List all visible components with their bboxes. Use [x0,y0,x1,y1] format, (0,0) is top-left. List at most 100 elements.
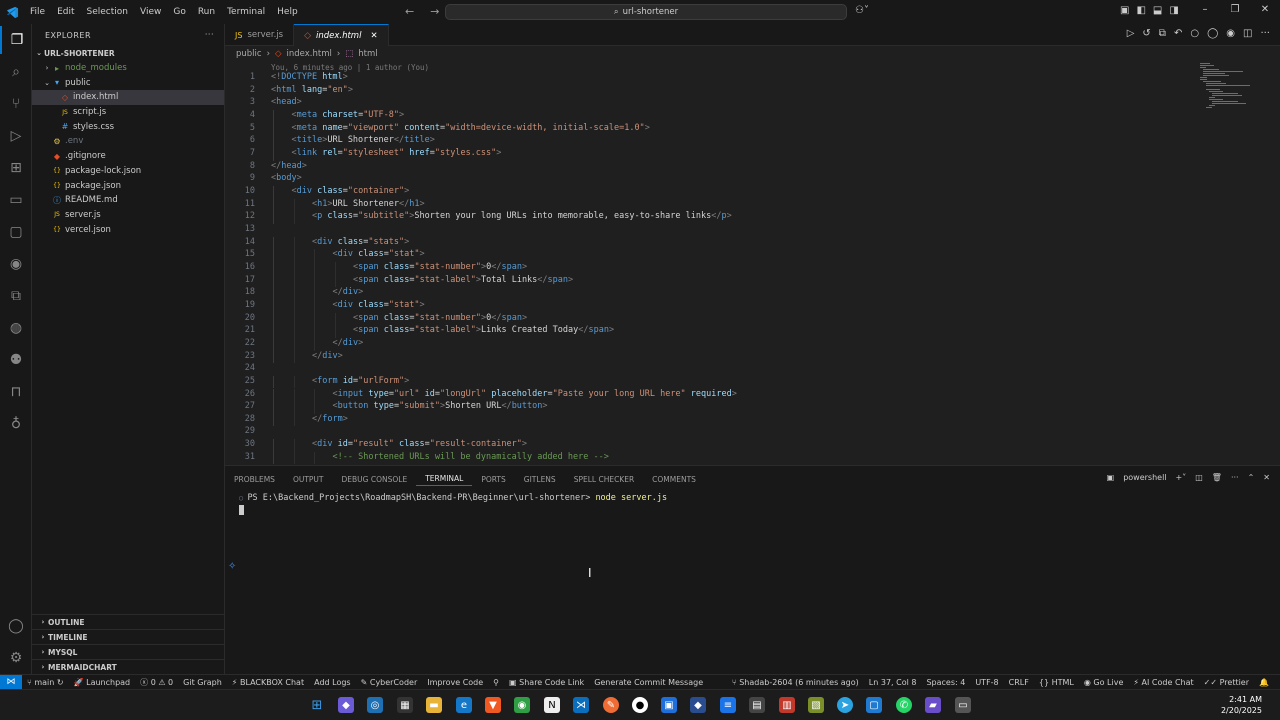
containers-icon[interactable]: ⧉ [0,282,32,310]
tree-item-readme-md[interactable]: ⓘ README.md [32,193,224,208]
edge-icon[interactable]: e [456,697,472,713]
language-mode[interactable]: {} HTML [1034,678,1079,687]
cybercoder-item[interactable]: ✎ CyberCoder [356,678,423,687]
gitlens-inspect-icon[interactable]: ◉ [1226,28,1235,39]
go-live-item[interactable]: ◉ Go Live [1079,678,1129,687]
minimap[interactable] [1196,61,1256,121]
terminal-output[interactable]: ○ PS E:\Backend_Projects\RoadmapSH\Backe… [239,493,667,503]
split-editor-icon[interactable]: ◫ [1243,28,1252,39]
tab-index-html[interactable]: ◇ index.html ✕ [294,24,389,46]
timeline-section[interactable]: › TIMELINE [32,629,225,644]
store-app-icon[interactable]: ▦ [397,697,413,713]
customize-layout-icon[interactable]: ▣ [1120,5,1129,16]
tree-item-styles-css[interactable]: # styles.css [32,119,224,134]
code-editor[interactable]: You, 6 minutes ago | 1 author (You) 1 <!D… [225,61,1280,465]
tree-item-vercel-json[interactable]: {} vercel.json [32,222,224,237]
teams-icon[interactable]: ▰ [925,697,941,713]
codelens-blame[interactable]: You, 6 minutes ago | 1 author (You) [271,63,429,72]
explorer-icon[interactable]: ❐ [0,26,32,54]
remote-icon[interactable]: ⋈ [0,674,22,690]
tree-item-node-modules[interactable]: › ▸ node_modules [32,61,224,76]
kill-terminal-icon[interactable]: 🗑 [1212,473,1222,482]
browser-app-icon[interactable]: ◎ [367,697,383,713]
menu-help[interactable]: Help [271,7,304,17]
whatsapp-icon[interactable]: ✆ [896,697,912,713]
run-icon[interactable]: ▷ [1127,28,1135,39]
gitlens-icon[interactable]: ◍ [0,314,32,342]
brave-icon[interactable]: ▼ [485,697,501,713]
chat-icon[interactable]: ▢ [0,218,32,246]
close-window-icon[interactable]: ✕ [1250,4,1280,15]
panel-tab-ports[interactable]: PORTS [472,472,514,486]
panel-tab-gitlens[interactable]: GITLENS [515,472,565,486]
launchpad-item[interactable]: 🚀 Launchpad [69,678,136,687]
menu-terminal[interactable]: Terminal [221,7,271,17]
app-icon-generic[interactable]: ▤ [749,697,765,713]
prettier-item[interactable]: ✓✓ Prettier [1199,678,1254,687]
remote-explorer-icon[interactable]: ▭ [0,186,32,214]
timeline-history-icon[interactable]: ↺ [1142,28,1150,39]
improve-code-item[interactable]: Improve Code [422,678,488,687]
tree-item-gitignore[interactable]: ◆ .gitignore [32,149,224,164]
back-arrow-icon[interactable]: ← [405,5,414,18]
tree-item-index-html[interactable]: ◇ index.html [32,90,224,105]
menu-run[interactable]: Run [192,7,221,17]
pdf-app-icon[interactable]: ▥ [779,697,795,713]
panel-tab-output[interactable]: OUTPUT [284,472,333,486]
line-ending[interactable]: CRLF [1004,678,1034,687]
bookmark-icon[interactable]: ⊓ [0,378,32,406]
mysql-section[interactable]: › MYSQL [32,644,225,659]
toggle-sidebar-icon[interactable]: ◧ [1136,5,1145,16]
close-panel-icon[interactable]: ✕ [1263,473,1270,482]
panel-tab-comments[interactable]: COMMENTS [643,472,705,486]
split-terminal-icon[interactable]: ◫ [1195,473,1203,482]
windows-start-icon[interactable]: ⊞ [309,697,325,713]
minimize-icon[interactable]: – [1190,4,1220,15]
settings-gear-icon[interactable]: ⚙ [0,644,32,672]
notifications-bell-icon[interactable]: 🔔 [1254,678,1274,687]
panel-tab-spell-checker[interactable]: SPELL CHECKER [565,472,643,486]
copilot-app-icon[interactable]: ◆ [338,697,354,713]
ai-chat-item[interactable]: ⚡ AI Code Chat [1128,678,1198,687]
outline-section[interactable]: › OUTLINE [32,614,225,629]
telegram-icon[interactable]: ➤ [837,697,853,713]
tree-item-server-js[interactable]: JS server.js [32,208,224,223]
extensions-icon[interactable]: ⊞ [0,154,32,182]
restore-icon[interactable]: ❐ [1220,4,1250,15]
sourcetree-icon[interactable]: ◆ [690,697,706,713]
indentation[interactable]: Spaces: 4 [921,678,970,687]
branch-item[interactable]: ⑂ main ↻ [22,678,69,687]
docs-app-icon[interactable]: ≡ [720,697,736,713]
blackbox-item[interactable]: ⚡ BLACKBOX Chat [227,678,309,687]
compare-icon[interactable]: ⧉ [1159,28,1166,39]
github-desktop-icon[interactable]: ● [632,697,648,713]
taskbar-clock[interactable]: 2:41 AM 2/20/2025 [1221,694,1262,716]
terminal-shell-label[interactable]: powershell [1123,473,1166,482]
github-icon[interactable]: ◉ [0,250,32,278]
bulb-icon[interactable]: ♁ [0,410,32,438]
dot-icon[interactable]: ○ [1190,28,1199,39]
toggle-secondary-sidebar-icon[interactable]: ◨ [1169,5,1178,16]
chrome-icon[interactable]: ◉ [514,697,530,713]
outlook-icon[interactable]: ▢ [866,697,882,713]
file-explorer-icon[interactable]: ▬ [426,697,442,713]
new-terminal-icon[interactable]: +˅ [1176,473,1187,482]
more-editor-actions-icon[interactable]: ··· [1260,28,1270,39]
tree-item-env[interactable]: ⚙ .env [32,134,224,149]
source-control-icon[interactable]: ⑂ [0,90,32,118]
add-logs-item[interactable]: Add Logs [309,678,356,687]
circle-icon[interactable]: ◯ [1207,28,1218,39]
postman-icon[interactable]: ✎ [603,697,619,713]
tree-item-package-lock-json[interactable]: {} package-lock.json [32,164,224,179]
share-code-item[interactable]: ▣ Share Code Link [504,678,589,687]
commit-message-item[interactable]: Generate Commit Message [589,678,708,687]
menu-selection[interactable]: Selection [81,7,134,17]
forward-arrow-icon[interactable]: → [430,5,439,18]
git-graph-item[interactable]: Git Graph [178,678,227,687]
save-app-icon[interactable]: ▣ [661,697,677,713]
toggle-panel-icon[interactable]: ⬓ [1153,5,1162,16]
panel-tab-problems[interactable]: PROBLEMS [225,472,284,486]
breadcrumb-symbol[interactable]: html [358,49,377,59]
menu-go[interactable]: Go [167,7,191,17]
more-actions-icon[interactable]: ··· [205,30,214,39]
